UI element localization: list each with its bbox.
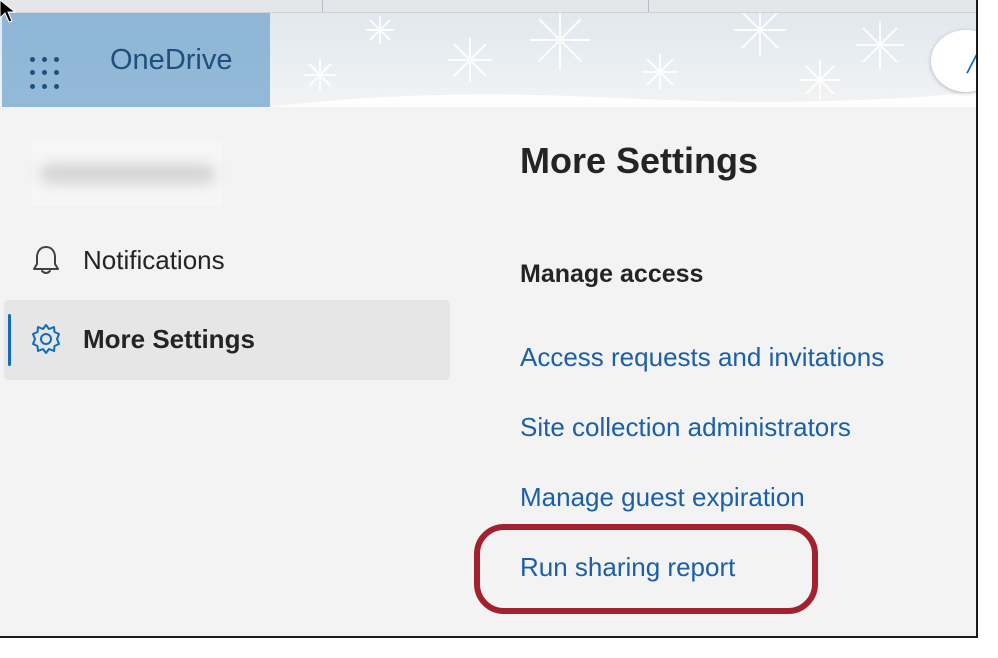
link-access-requests[interactable]: Access requests and invitations xyxy=(520,342,884,373)
app-name[interactable]: OneDrive xyxy=(110,44,233,77)
page-title: More Settings xyxy=(520,140,759,181)
settings-window: OneDrive ╱ Notifications More Settings M… xyxy=(0,0,978,638)
sidebar-item-notifications[interactable]: Notifications xyxy=(4,221,450,301)
user-info-blurred xyxy=(32,140,222,206)
mouse-cursor-icon xyxy=(0,0,17,23)
gear-icon xyxy=(32,324,60,354)
selected-indicator xyxy=(8,314,11,366)
sidebar-item-more-settings[interactable]: More Settings xyxy=(4,300,450,380)
waffle-grid-icon xyxy=(30,57,35,62)
tab-separator xyxy=(322,0,323,12)
bell-icon xyxy=(33,246,59,274)
tab-separator xyxy=(648,0,649,12)
link-manage-guest-expiration[interactable]: Manage guest expiration xyxy=(520,482,805,513)
browser-tab-strip xyxy=(0,0,976,13)
chevron-up-icon: ╱ xyxy=(967,48,976,74)
sidebar-item-label: More Settings xyxy=(83,324,255,354)
sidebar-item-label: Notifications xyxy=(83,245,225,275)
section-heading-manage-access: Manage access xyxy=(520,260,704,288)
link-site-collection-admins[interactable]: Site collection administrators xyxy=(520,412,851,443)
app-launcher-button[interactable] xyxy=(30,57,64,91)
link-run-sharing-report[interactable]: Run sharing report xyxy=(520,552,735,583)
